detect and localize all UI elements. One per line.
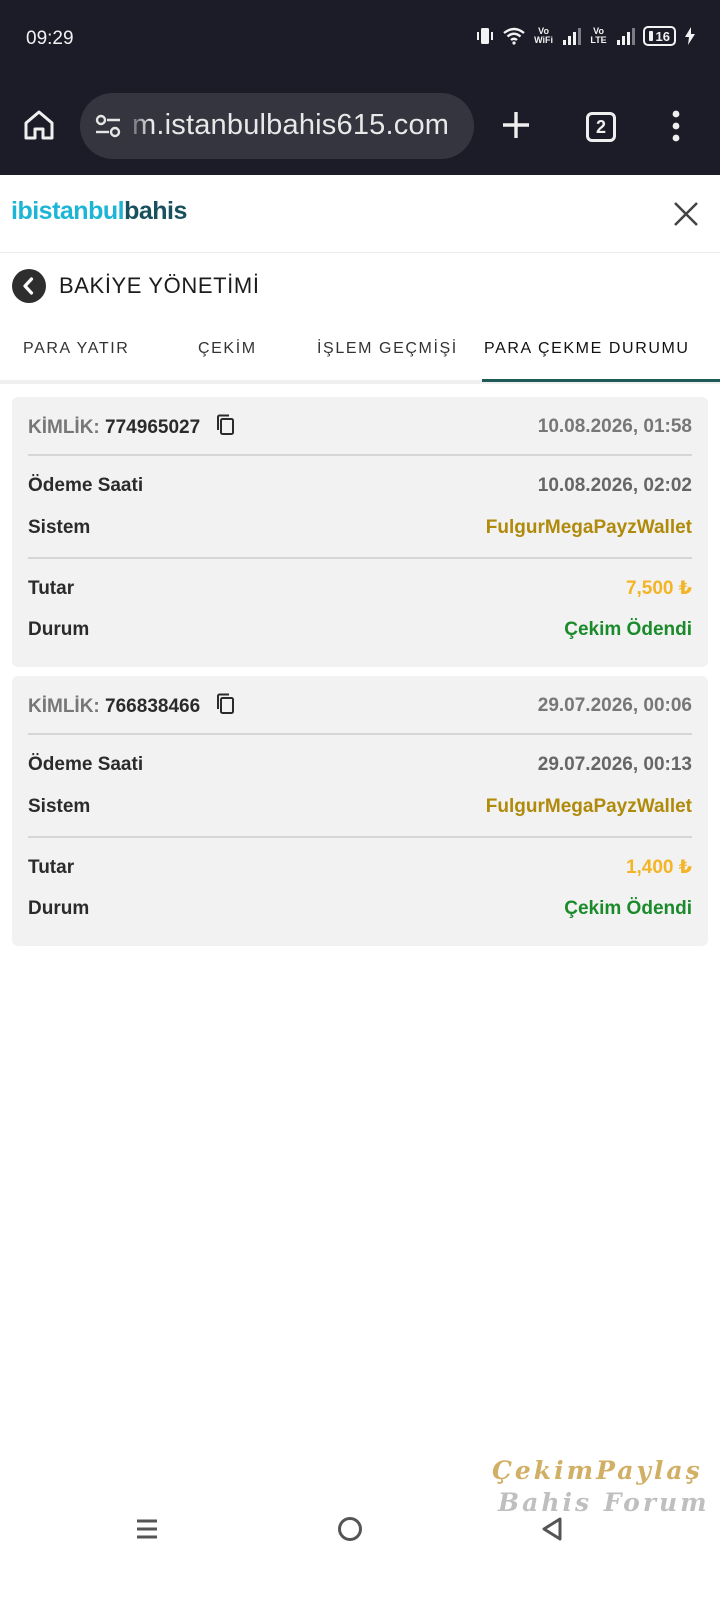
card-header-row: KİMLİK: 774965027 10.08.2026, 01:58 (28, 414, 692, 439)
volte-label: Vo LTE (590, 26, 607, 45)
battery-indicator: 16 (642, 26, 676, 46)
status-time: 09:29 (26, 28, 74, 49)
signal-icon-2 (616, 27, 635, 45)
payment-time-row: Ödeme Saati 29.07.2026, 00:13 (28, 754, 692, 776)
url-bar[interactable]: m.istanbulbahis615.com (80, 93, 474, 159)
id-label: KİMLİK: (28, 696, 100, 717)
amount-label: Tutar (28, 577, 75, 599)
system-row: Sistem FulgurMegaPayzWallet (28, 796, 692, 818)
amount-label: Tutar (28, 856, 75, 878)
copy-icon[interactable] (215, 693, 235, 715)
tab-para-cekme-durumu[interactable]: PARA ÇEKME DURUMU (484, 340, 690, 358)
system-value: FulgurMegaPayzWallet (485, 517, 692, 538)
url-text[interactable]: m.istanbulbahis615.com (132, 109, 449, 142)
tab-bar: PARA YATIR ÇEKİM İŞLEM GEÇMİŞİ PARA ÇEKM… (0, 322, 720, 384)
nav-back-icon[interactable] (540, 1516, 564, 1542)
status-label: Durum (28, 619, 90, 640)
divider (28, 454, 692, 456)
withdrawal-card: KİMLİK: 766838466 29.07.2026, 00:06 Ödem… (12, 676, 708, 946)
logo-part2: bahis (124, 197, 187, 225)
logo-part1: istanbul (32, 197, 125, 225)
status-value: Çekim Ödendi (564, 898, 692, 919)
system-label: Sistem (28, 796, 91, 817)
payment-time-value: 10.08.2026, 02:02 (537, 475, 692, 496)
withdrawal-card: KİMLİK: 774965027 10.08.2026, 01:58 Ödem… (12, 397, 708, 667)
amount-row: Tutar 7,500 ₺ (28, 577, 692, 600)
payment-time-label: Ödeme Saati (28, 475, 144, 496)
id-label: KİMLİK: (28, 417, 100, 438)
amount-value: 1,400 ₺ (625, 857, 692, 878)
back-button[interactable] (12, 269, 46, 303)
status-icons: Vo WiFi Vo LTE 16 (475, 26, 696, 46)
divider (28, 733, 692, 735)
battery-level: 16 (655, 28, 670, 44)
vowifi-label: Vo WiFi (534, 26, 553, 45)
close-icon[interactable] (672, 200, 700, 228)
divider (28, 836, 692, 838)
id-group: KİMLİK: 774965027 (28, 414, 235, 439)
page-title: BAKİYE YÖNETİMİ (59, 273, 260, 298)
system-label: Sistem (28, 517, 91, 538)
id-value: 774965027 (105, 417, 201, 438)
system-value: FulgurMegaPayzWallet (485, 796, 692, 817)
created-date: 10.08.2026, 01:58 (537, 415, 692, 437)
tab-islem-gecmisi[interactable]: İŞLEM GEÇMİŞİ (317, 340, 458, 358)
site-logo[interactable]: ibistanbulbahis (11, 197, 187, 226)
tab-cekim[interactable]: ÇEKİM (198, 340, 257, 358)
created-date: 29.07.2026, 00:06 (537, 694, 692, 716)
amount-row: Tutar 1,400 ₺ (28, 856, 692, 879)
tabs-icon[interactable]: 2 (586, 112, 616, 142)
logo-mark: ib (11, 197, 33, 225)
status-row: Durum Çekim Ödendi (28, 898, 692, 920)
watermark-line1: ÇekimPaylaş (492, 1456, 703, 1485)
tune-icon[interactable] (94, 113, 122, 139)
more-vert-icon[interactable] (672, 110, 680, 142)
payment-time-row: Ödeme Saati 10.08.2026, 02:02 (28, 475, 692, 497)
menu-icon[interactable] (134, 1516, 160, 1542)
vibrate-icon (476, 28, 493, 44)
signal-icon (562, 27, 581, 45)
charging-icon (685, 27, 695, 45)
plus-icon[interactable] (500, 109, 532, 141)
amount-value: 7,500 ₺ (625, 578, 692, 599)
status-label: Durum (28, 898, 90, 919)
payment-time-value: 29.07.2026, 00:13 (537, 754, 692, 775)
watermark-line2: Bahis Forum (498, 1488, 710, 1517)
system-row: Sistem FulgurMegaPayzWallet (28, 517, 692, 539)
chevron-left-icon (23, 277, 34, 295)
url-fade (124, 93, 150, 159)
copy-icon[interactable] (215, 414, 235, 436)
status-row: Durum Çekim Ödendi (28, 619, 692, 641)
active-tab-indicator (482, 379, 720, 382)
home-icon[interactable] (22, 108, 56, 142)
id-value: 766838466 (105, 696, 201, 717)
watermark: ÇekimPaylaş Bahis Forum (492, 1455, 712, 1525)
site-header: ibistanbulbahis (0, 175, 720, 253)
id-group: KİMLİK: 766838466 (28, 693, 235, 718)
divider (28, 557, 692, 559)
tab-para-yatir[interactable]: PARA YATIR (23, 340, 129, 358)
card-header-row: KİMLİK: 766838466 29.07.2026, 00:06 (28, 693, 692, 718)
payment-time-label: Ödeme Saati (28, 754, 144, 775)
status-value: Çekim Ödendi (564, 619, 692, 640)
wifi-icon (502, 27, 525, 45)
browser-chrome: 09:29 Vo WiFi Vo LTE 16 m.istanbulbahis6… (0, 0, 720, 175)
nav-home-icon[interactable] (338, 1517, 362, 1541)
